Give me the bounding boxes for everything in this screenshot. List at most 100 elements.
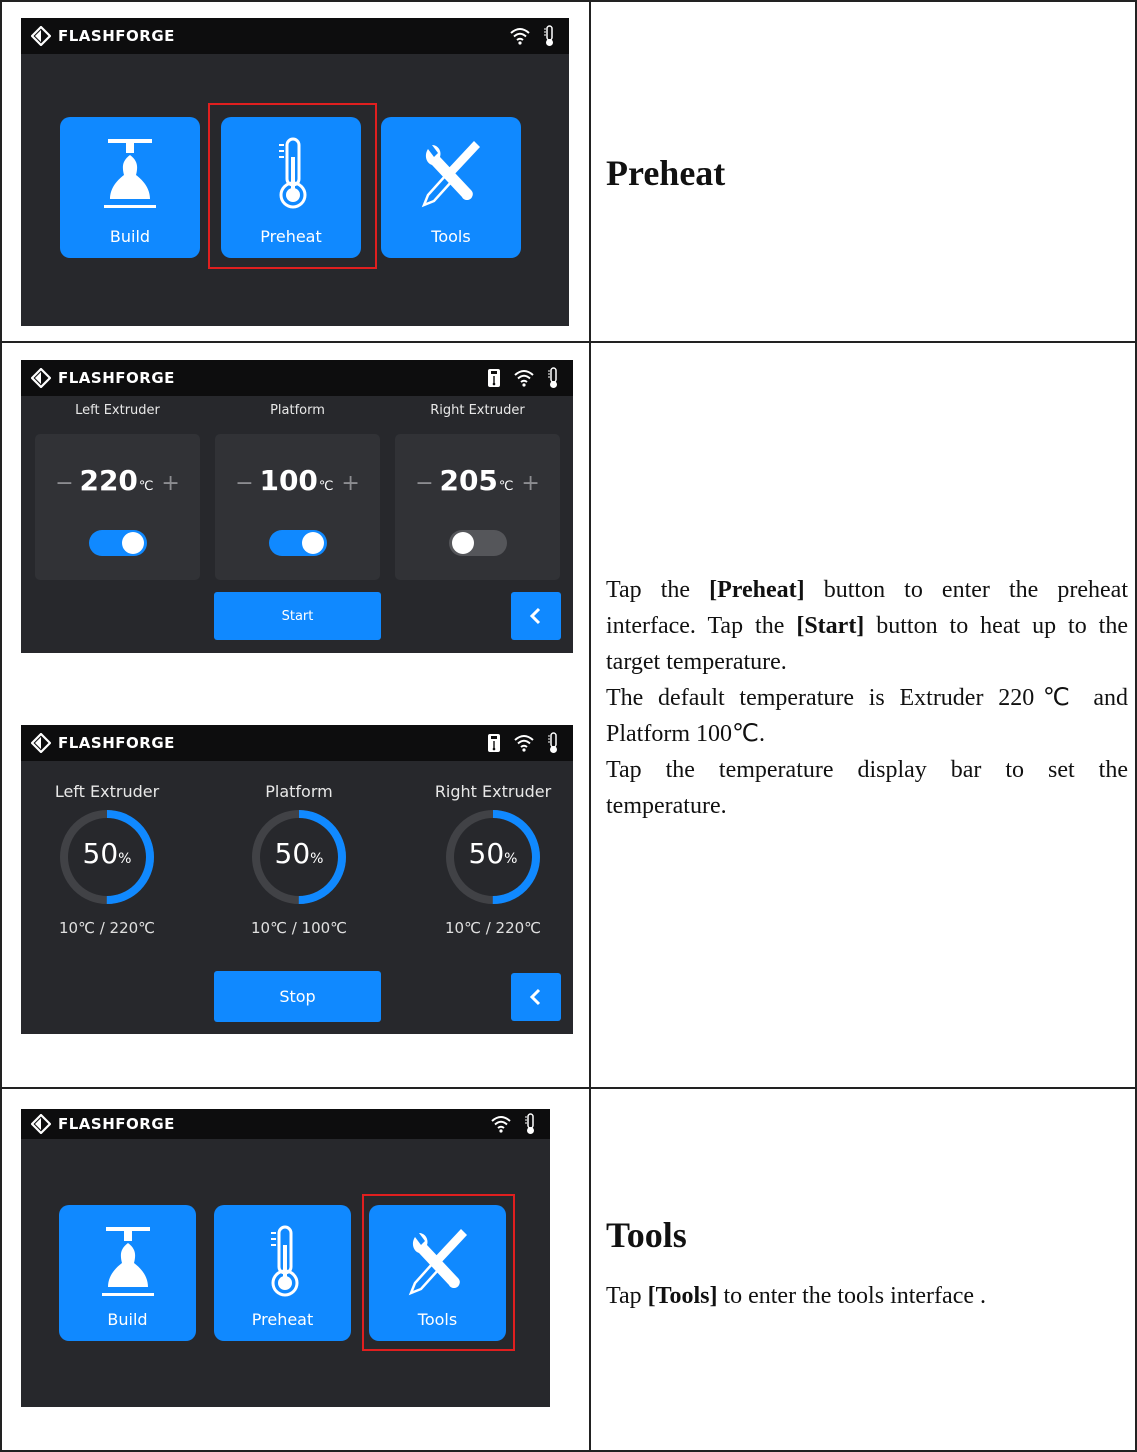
brand-name: FLASHFORGE [58, 27, 175, 45]
brand: FLASHFORGE [31, 18, 175, 54]
wifi-icon [514, 735, 534, 752]
tools-paragraph: Tap [Tools] to enter the tools interface… [606, 1283, 986, 1309]
back-button[interactable] [511, 592, 561, 640]
status-icons [490, 1109, 536, 1139]
right-extruder-title: Right Extruder [434, 782, 552, 801]
thermometer-status-icon [525, 1113, 534, 1134]
temperature-unit: ℃ [318, 479, 334, 494]
brand: FLASHFORGE [31, 1109, 175, 1139]
temperature-value[interactable]: 100 [259, 464, 317, 497]
table-border-left [0, 0, 2, 1452]
right-extruder-title: Right Extruder [430, 403, 525, 418]
thermometer-status-icon [548, 367, 557, 388]
preheat-button-ref: [Preheat] [709, 577, 805, 603]
build-icon [104, 139, 156, 208]
table-border-top [0, 0, 1137, 2]
start-button-ref: [Start] [796, 613, 865, 639]
top-bar: FLASHFORGE [21, 360, 573, 396]
flashforge-logo-icon [31, 26, 51, 46]
preheat-paragraph: Tap the [Preheat] button to enter the pr… [606, 577, 1129, 675]
top-bar: FLASHFORGE [21, 18, 569, 54]
gauge-percent: 50 [82, 837, 119, 870]
tools-label: Tools [431, 227, 471, 246]
percent-unit: % [504, 851, 518, 867]
usb-icon [488, 369, 500, 387]
thermometer-icon [270, 1225, 298, 1297]
brand: FLASHFORGE [31, 360, 175, 396]
temperature-value[interactable]: 220 [79, 464, 137, 497]
preheat-label: Preheat [251, 1310, 314, 1329]
decrease-button[interactable]: − [409, 471, 439, 496]
status-icons [487, 725, 559, 761]
gauge-percent: 50 [468, 837, 505, 870]
usb-icon [488, 734, 500, 752]
wifi-icon [510, 28, 530, 45]
tools-icon [421, 141, 480, 208]
brand-name: FLASHFORGE [58, 1115, 175, 1133]
platform-title: Platform [270, 403, 325, 418]
temperature-value[interactable]: 205 [439, 464, 497, 497]
temperature-unit: ℃ [498, 479, 514, 494]
preheat-highlight-box [208, 103, 377, 269]
temperature-unit: ℃ [138, 479, 154, 494]
decrease-button[interactable]: − [49, 471, 79, 496]
right-extruder-status: 10℃ / 220℃ [445, 919, 541, 937]
table-border-middle [589, 0, 591, 1452]
brand-name: FLASHFORGE [58, 734, 175, 752]
default-temperature-paragraph: The default temperature is Extruder 220℃… [606, 685, 1128, 747]
gauge-percent: 50 [274, 837, 311, 870]
chevron-left-icon [529, 988, 541, 1006]
thermometer-status-icon [548, 732, 557, 753]
platform-gauge: 50% [251, 809, 347, 905]
left-extruder-status: 10℃ / 220℃ [59, 919, 155, 937]
right-extruder-gauge: 50% [445, 809, 541, 905]
increase-button[interactable]: + [336, 471, 366, 496]
left-extruder-gauge: 50% [59, 809, 155, 905]
top-bar: FLASHFORGE [21, 725, 573, 761]
tools-instructions: Tap [Tools] to enter the tools interface… [606, 1278, 1128, 1314]
chevron-left-icon [529, 607, 541, 625]
increase-button[interactable]: + [156, 471, 186, 496]
heater-toggle[interactable] [88, 530, 147, 556]
build-label: Build [109, 227, 151, 246]
stop-button[interactable]: Stop [214, 971, 381, 1022]
percent-unit: % [310, 851, 324, 867]
table-border-row1 [0, 341, 1137, 343]
flashforge-logo-icon [31, 1114, 51, 1134]
platform-card[interactable]: − 100 ℃ + [215, 434, 380, 580]
wifi-icon [514, 370, 534, 387]
right-extruder-card[interactable]: − 205 ℃ + [395, 434, 560, 580]
wifi-icon [491, 1116, 511, 1133]
start-button[interactable]: Start [214, 592, 381, 640]
brand-name: FLASHFORGE [58, 369, 175, 387]
preheat-setup-screen: FLASHFORGE Left Extruder Platform Right … [21, 360, 573, 653]
build-label: Build [107, 1310, 148, 1329]
instruction-table: FLASHFORGE Build Preheat Tools Preheat F… [0, 0, 1137, 1452]
tools-tile[interactable]: Tools [381, 117, 521, 258]
status-icons [487, 360, 559, 396]
increase-button[interactable]: + [516, 471, 546, 496]
preheat-heading: Preheat [606, 153, 726, 193]
status-icons [509, 18, 555, 54]
preheat-tile[interactable]: Preheat [214, 1205, 351, 1341]
set-temperature-paragraph: Tap the temperature display bar to set t… [606, 757, 1128, 819]
percent-unit: % [118, 851, 132, 867]
heater-toggle[interactable] [268, 530, 327, 556]
build-icon [101, 1227, 154, 1296]
tools-highlight-box [362, 1194, 515, 1351]
preheat-instructions: Tap the [Preheat] button to enter the pr… [606, 572, 1128, 824]
thermometer-status-icon [544, 25, 553, 46]
left-extruder-title: Left Extruder [75, 403, 160, 418]
left-extruder-card[interactable]: − 220 ℃ + [35, 434, 200, 580]
left-extruder-title: Left Extruder [54, 782, 160, 801]
preheat-progress-screen: FLASHFORGE Left Extruder Platform Right … [21, 725, 573, 1034]
back-button[interactable] [511, 973, 561, 1021]
top-bar: FLASHFORGE [21, 1109, 550, 1139]
build-tile[interactable]: Build [60, 117, 200, 258]
platform-status: 10℃ / 100℃ [251, 919, 347, 937]
build-tile[interactable]: Build [59, 1205, 196, 1341]
decrease-button[interactable]: − [229, 471, 259, 496]
platform-title: Platform [265, 782, 333, 801]
tools-heading: Tools [606, 1215, 687, 1255]
heater-toggle[interactable] [448, 530, 507, 556]
